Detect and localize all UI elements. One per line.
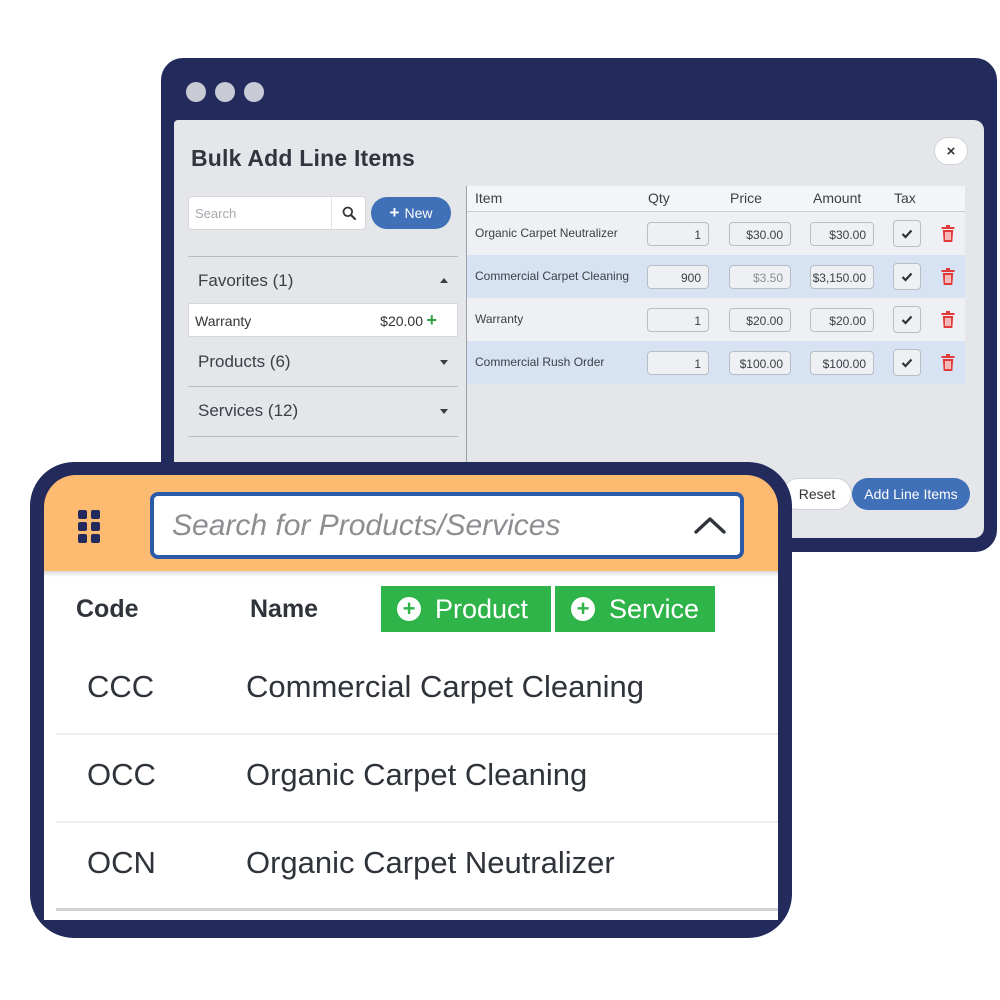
quick-search-card: Code Name + Product + Service CCC Commer… (30, 462, 792, 938)
result-code: OCN (87, 845, 156, 880)
price-input[interactable]: $100.00 (729, 351, 791, 375)
row-item-name: Commercial Carpet Cleaning (475, 269, 630, 283)
grip-icon[interactable] (78, 510, 102, 544)
qty-input[interactable]: 900 (647, 265, 709, 289)
new-button-label: New (404, 205, 433, 221)
products-accordion[interactable]: Products (6) (188, 337, 458, 387)
add-product-button[interactable]: + Product (381, 586, 551, 632)
window-dot-2-icon (215, 82, 235, 102)
table-row: Organic Carpet Neutralizer 1 $30.00 $30.… (467, 212, 965, 255)
result-code: OCC (87, 757, 156, 792)
trash-icon[interactable] (941, 268, 955, 285)
list-item[interactable]: CCC Commercial Carpet Cleaning (56, 647, 778, 735)
amount-input[interactable]: $20.00 (810, 308, 874, 332)
row-item-name: Commercial Rush Order (475, 355, 605, 369)
result-name: Organic Carpet Neutralizer (246, 845, 615, 880)
plus-circle-icon: + (397, 597, 421, 621)
add-product-label: Product (435, 593, 529, 624)
caret-down-icon (440, 360, 448, 365)
price-input[interactable]: $20.00 (729, 308, 791, 332)
tax-checkbox[interactable] (893, 263, 921, 290)
amount-input[interactable]: $3,150.00 (810, 265, 874, 289)
trash-icon[interactable] (941, 354, 955, 371)
name-column-header: Name (250, 595, 319, 623)
qty-input[interactable]: 1 (647, 222, 709, 246)
tax-checkbox[interactable] (893, 349, 921, 376)
tax-checkbox[interactable] (893, 306, 921, 333)
check-icon (901, 272, 913, 282)
list-item[interactable]: OCN Organic Carpet Neutralizer (56, 823, 778, 911)
dialog-title: Bulk Add Line Items (191, 145, 416, 171)
search-icon (342, 206, 356, 220)
window-dot-3-icon (244, 82, 264, 102)
add-line-items-button[interactable]: Add Line Items (852, 478, 970, 510)
new-button[interactable]: + New (371, 197, 451, 229)
favorite-item-name: Warranty (195, 313, 252, 329)
caret-up-icon (440, 278, 448, 283)
chevron-up-icon[interactable] (690, 510, 730, 540)
header-price: Price (730, 190, 762, 206)
check-icon (901, 315, 913, 325)
product-service-search (150, 492, 744, 559)
add-service-label: Service (609, 593, 700, 624)
favorites-accordion[interactable]: Favorites (1) (188, 256, 458, 304)
plus-circle-icon: + (571, 597, 595, 621)
services-label: Services (12) (198, 401, 299, 420)
favorites-label: Favorites (1) (198, 271, 294, 290)
search-button[interactable] (331, 197, 365, 229)
list-item[interactable]: OCC Organic Carpet Cleaning (56, 735, 778, 823)
code-column-header: Code (76, 595, 139, 623)
row-item-name: Warranty (475, 312, 524, 326)
qty-input[interactable]: 1 (647, 308, 709, 332)
table-row: Warranty 1 $20.00 $20.00 (467, 298, 965, 341)
quick-search-header (44, 475, 778, 571)
products-label: Products (6) (198, 352, 291, 371)
header-tax: Tax (894, 190, 916, 206)
result-name: Commercial Carpet Cleaning (246, 669, 644, 704)
check-icon (901, 358, 913, 368)
table-row: Commercial Carpet Cleaning 900 $3.50 $3,… (467, 255, 965, 298)
product-service-search-input[interactable] (154, 496, 674, 555)
header-qty: Qty (648, 190, 670, 206)
table-row: Commercial Rush Order 1 $100.00 $100.00 (467, 341, 965, 384)
check-icon (901, 229, 913, 239)
price-input[interactable]: $30.00 (729, 222, 791, 246)
header-item: Item (475, 190, 503, 206)
add-service-button[interactable]: + Service (555, 586, 715, 632)
amount-input[interactable]: $100.00 (810, 351, 874, 375)
row-item-name: Organic Carpet Neutralizer (475, 226, 618, 240)
item-search (188, 196, 366, 230)
result-name: Organic Carpet Cleaning (246, 757, 588, 792)
line-items-table-header: Item Qty Price Amount Tax (467, 186, 965, 212)
header-amount: Amount (813, 190, 862, 206)
favorite-item-price: $20.00 (380, 313, 423, 329)
window-dot-1-icon (186, 82, 206, 102)
plus-icon: + (389, 203, 400, 222)
amount-input[interactable]: $30.00 (810, 222, 874, 246)
tax-checkbox[interactable] (893, 220, 921, 247)
result-code: CCC (87, 669, 155, 704)
close-button[interactable]: × (934, 137, 968, 165)
qty-input[interactable]: 1 (647, 351, 709, 375)
quick-search-results: Code Name + Product + Service CCC Commer… (44, 571, 778, 920)
trash-icon[interactable] (941, 225, 955, 242)
services-accordion[interactable]: Services (12) (188, 387, 458, 437)
close-icon: × (946, 142, 956, 160)
item-search-input[interactable] (189, 197, 333, 229)
favorite-item[interactable]: Warranty $20.00 + (188, 303, 458, 337)
reset-button[interactable]: Reset (782, 478, 852, 510)
add-favorite-plus-icon[interactable]: + (426, 310, 437, 331)
caret-down-icon (440, 409, 448, 414)
price-input[interactable]: $3.50 (729, 265, 791, 289)
trash-icon[interactable] (941, 311, 955, 328)
